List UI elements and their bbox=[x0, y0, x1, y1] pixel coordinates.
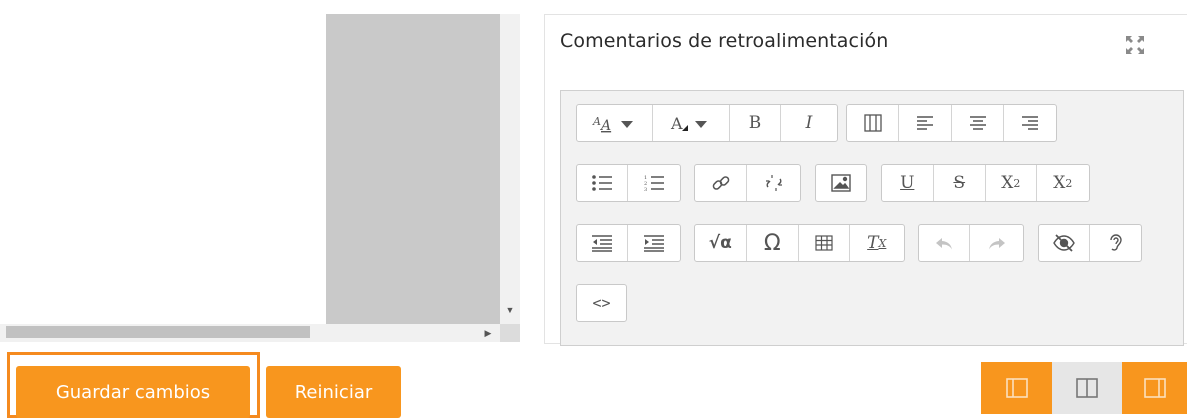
special-char-icon[interactable]: Ω bbox=[747, 225, 800, 261]
bullet-list-icon[interactable] bbox=[577, 165, 629, 201]
svg-text:A: A bbox=[592, 115, 601, 128]
table-icon[interactable] bbox=[799, 225, 850, 261]
numbered-list-icon[interactable]: 123 bbox=[628, 165, 680, 201]
accessibility-checker-icon[interactable] bbox=[1039, 225, 1091, 261]
scroll-right-arrow-icon[interactable]: ▶ bbox=[478, 324, 498, 342]
standard-layout-icon[interactable] bbox=[1052, 362, 1122, 414]
columns-icon[interactable] bbox=[847, 105, 899, 141]
list-group: 123 bbox=[576, 164, 681, 202]
equation-icon[interactable]: √α bbox=[695, 225, 747, 261]
subscript-icon[interactable]: X2 bbox=[986, 165, 1037, 201]
svg-text:A: A bbox=[670, 114, 683, 133]
collapse-right-panel-icon[interactable] bbox=[1122, 362, 1187, 414]
undo-icon[interactable] bbox=[919, 225, 971, 261]
document-viewer bbox=[0, 0, 326, 326]
text-decoration-group: U S X2 X2 bbox=[881, 164, 1090, 202]
collapse-left-panel-icon[interactable] bbox=[981, 362, 1052, 414]
image-icon[interactable] bbox=[816, 165, 866, 201]
html-source-icon[interactable]: <> bbox=[577, 285, 626, 321]
scroll-down-arrow-icon[interactable]: ▼ bbox=[500, 300, 520, 320]
font-size-icon[interactable]: AA bbox=[577, 105, 653, 141]
document-page-area bbox=[326, 14, 500, 324]
image-group bbox=[815, 164, 867, 202]
layout-toggle-group bbox=[981, 362, 1187, 414]
link-icon[interactable] bbox=[695, 165, 748, 201]
font-style-group: AA A B I bbox=[576, 104, 838, 142]
reset-button[interactable]: Reiniciar bbox=[266, 366, 401, 418]
align-center-icon[interactable] bbox=[952, 105, 1004, 141]
svg-text:3: 3 bbox=[644, 187, 647, 192]
insert-group: √α Ω TX bbox=[694, 224, 905, 262]
underline-icon[interactable]: U bbox=[882, 165, 934, 201]
history-group bbox=[918, 224, 1024, 262]
italic-icon[interactable]: I bbox=[781, 105, 837, 141]
bold-icon[interactable]: B bbox=[730, 105, 781, 141]
link-group bbox=[694, 164, 801, 202]
indent-icon[interactable] bbox=[628, 225, 680, 261]
indent-group bbox=[576, 224, 681, 262]
align-left-icon[interactable] bbox=[899, 105, 952, 141]
strikethrough-icon[interactable]: S bbox=[934, 165, 986, 201]
source-group: <> bbox=[576, 284, 627, 322]
scrollbar-corner bbox=[500, 324, 520, 342]
unlink-icon[interactable] bbox=[747, 165, 800, 201]
alignment-group bbox=[846, 104, 1057, 142]
fullscreen-expand-icon[interactable] bbox=[1124, 34, 1146, 56]
accessibility-group bbox=[1038, 224, 1142, 262]
panel-title: Comentarios de retroalimentación bbox=[560, 30, 889, 52]
clear-format-icon[interactable]: TX bbox=[850, 225, 904, 261]
superscript-icon[interactable]: X2 bbox=[1037, 165, 1089, 201]
vertical-scrollbar[interactable] bbox=[500, 14, 520, 324]
save-changes-button[interactable]: Guardar cambios bbox=[16, 366, 250, 418]
outdent-icon[interactable] bbox=[577, 225, 629, 261]
horizontal-scroll-thumb[interactable] bbox=[6, 326, 310, 338]
align-right-icon[interactable] bbox=[1004, 105, 1056, 141]
svg-text:A: A bbox=[599, 118, 611, 133]
font-color-icon[interactable]: A bbox=[653, 105, 730, 141]
screenreader-helper-icon[interactable] bbox=[1090, 225, 1141, 261]
redo-icon[interactable] bbox=[970, 225, 1023, 261]
